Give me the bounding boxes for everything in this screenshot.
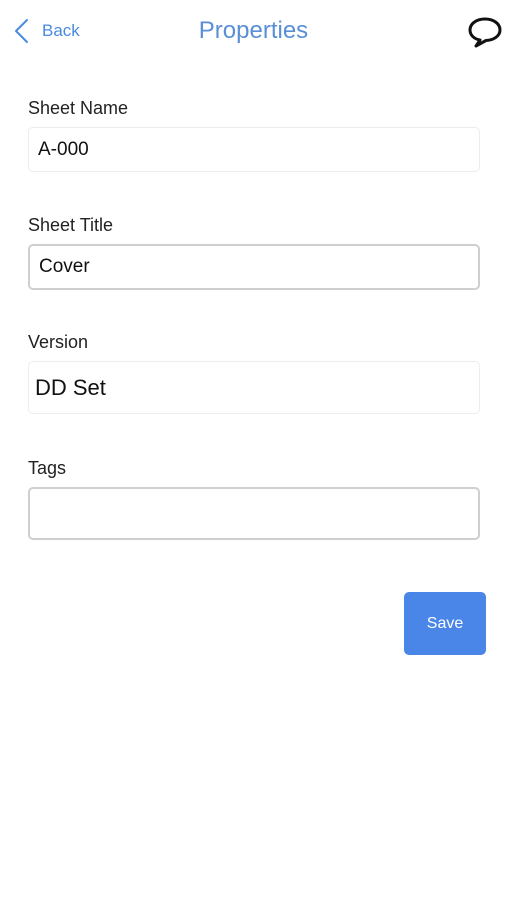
- sheet-name-field-box: [28, 127, 480, 172]
- sheet-name-label: Sheet Name: [28, 98, 129, 118]
- tags-label: Tags: [28, 458, 67, 478]
- version-input[interactable]: [29, 362, 479, 413]
- sheet-name-input[interactable]: [29, 128, 479, 171]
- navigation-bar: Back Properties: [0, 0, 507, 62]
- version-label: Version: [28, 332, 89, 352]
- tags-input[interactable]: [30, 489, 478, 538]
- sheet-title-label: Sheet Title: [28, 215, 114, 235]
- tags-field-box: [28, 487, 480, 540]
- version-field-box: [28, 361, 480, 414]
- sheet-title-field-box: [28, 244, 480, 290]
- sheet-title-input[interactable]: [30, 246, 478, 288]
- speech-bubble-icon[interactable]: [467, 15, 503, 49]
- page-title: Properties: [198, 17, 309, 44]
- save-button[interactable]: Save: [404, 592, 486, 655]
